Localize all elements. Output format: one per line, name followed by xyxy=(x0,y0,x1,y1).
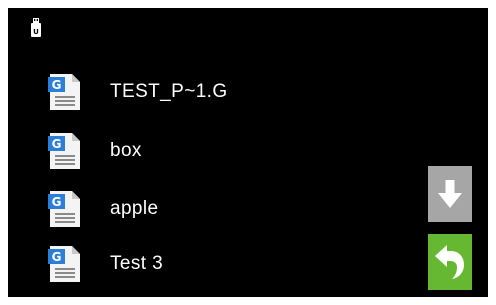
svg-text:G: G xyxy=(52,195,62,209)
g-document-icon: G xyxy=(48,74,80,110)
file-list: G TEST_P~1.G G box G apple G Test 3 xyxy=(8,8,408,297)
svg-text:G: G xyxy=(52,78,62,92)
file-name: TEST_P~1.G xyxy=(110,81,228,102)
file-row-box[interactable]: G box xyxy=(46,127,406,175)
file-browser-screen: U G TEST_P~1.G G box G apple G Test 3 xyxy=(8,8,488,297)
g-document-icon: G xyxy=(48,133,80,169)
svg-text:G: G xyxy=(52,137,62,151)
file-row-test-p-1-g[interactable]: G TEST_P~1.G xyxy=(46,68,406,116)
file-name: Test 3 xyxy=(110,253,164,274)
svg-text:G: G xyxy=(52,250,62,264)
g-document-icon: G xyxy=(48,246,80,282)
return-arrow-icon xyxy=(435,245,464,279)
file-row-test-3[interactable]: G Test 3 xyxy=(46,240,406,288)
file-name: apple xyxy=(110,198,159,219)
g-document-icon: G xyxy=(48,191,80,227)
back-button[interactable] xyxy=(428,234,472,290)
file-row-apple[interactable]: G apple xyxy=(46,185,406,233)
scroll-down-button[interactable] xyxy=(428,166,472,222)
file-name: box xyxy=(110,140,142,161)
arrow-down-icon xyxy=(438,180,462,208)
